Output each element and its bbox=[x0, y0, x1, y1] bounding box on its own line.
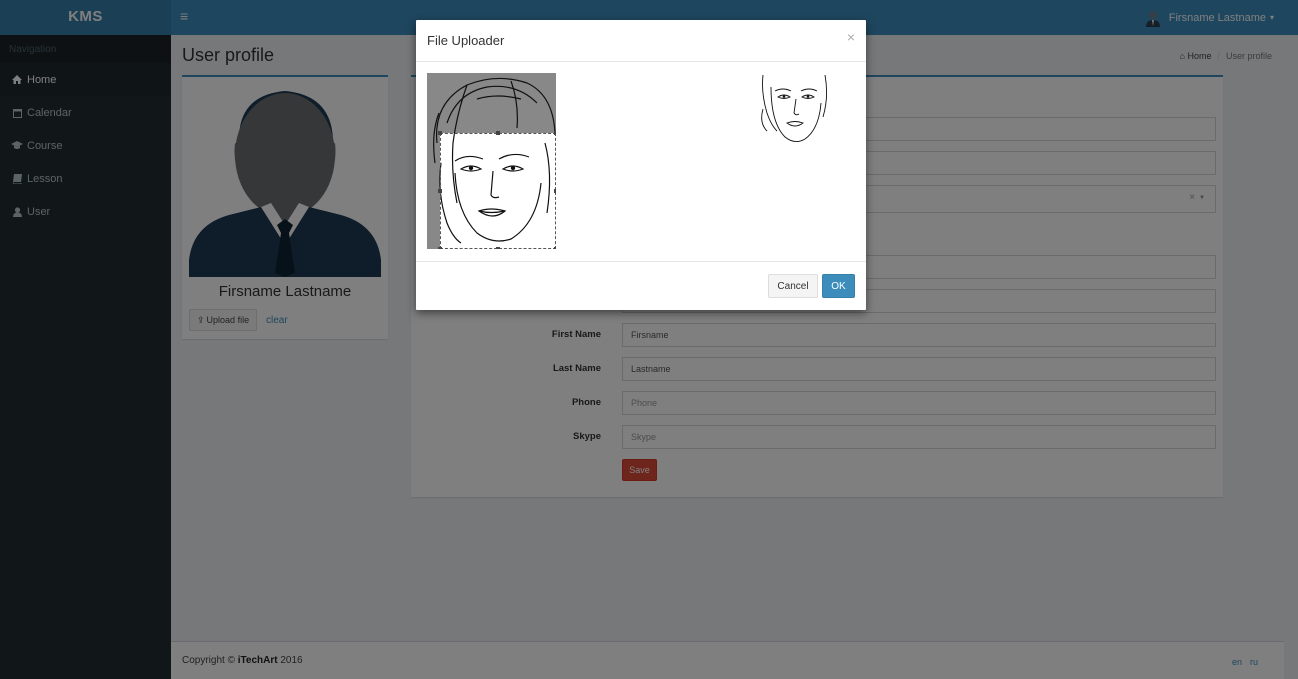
crop-selection-box[interactable] bbox=[438, 131, 556, 249]
crop-handle[interactable] bbox=[438, 131, 442, 135]
ok-button[interactable]: OK bbox=[822, 274, 855, 298]
crop-handle[interactable] bbox=[554, 247, 556, 249]
cancel-button[interactable]: Cancel bbox=[768, 274, 818, 298]
crop-handle[interactable] bbox=[438, 247, 442, 249]
crop-handle[interactable] bbox=[554, 131, 556, 135]
modal-divider bbox=[416, 61, 866, 62]
crop-handle[interactable] bbox=[438, 189, 442, 193]
face-preview-image bbox=[759, 73, 829, 149]
modal-title: File Uploader bbox=[427, 33, 505, 48]
modal-divider bbox=[416, 261, 866, 262]
crop-handle[interactable] bbox=[554, 189, 556, 193]
crop-handle[interactable] bbox=[496, 247, 500, 249]
file-uploader-modal: File Uploader × Cancel OK bbox=[416, 20, 866, 310]
image-crop-area[interactable] bbox=[427, 73, 556, 249]
crop-preview bbox=[759, 73, 829, 149]
close-icon[interactable]: × bbox=[847, 29, 855, 45]
crop-handle[interactable] bbox=[496, 131, 500, 135]
